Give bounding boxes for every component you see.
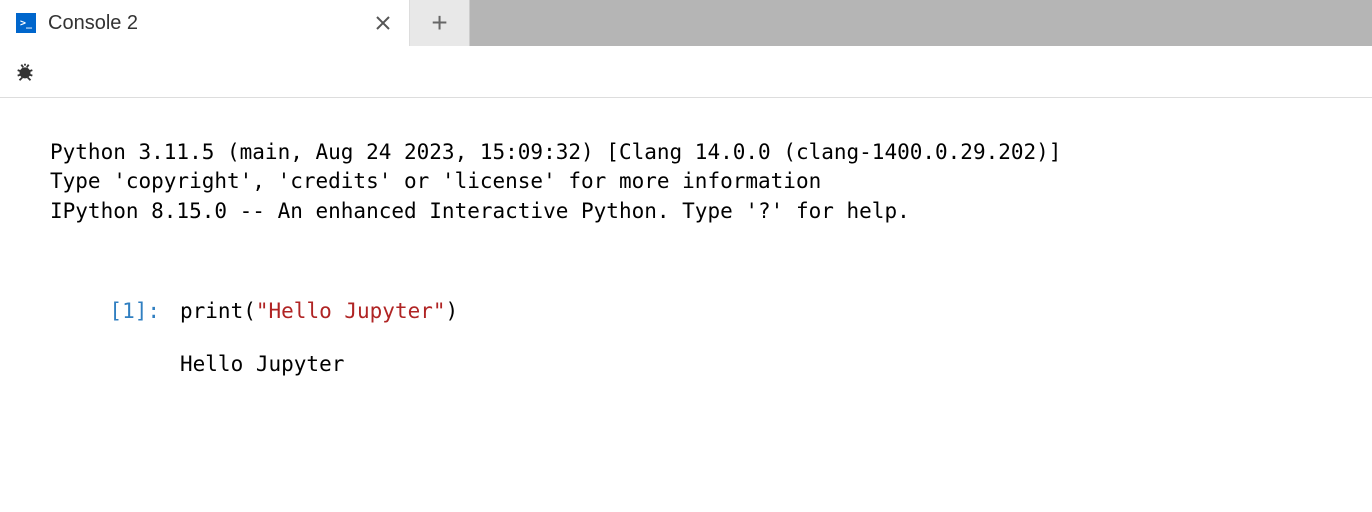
input-prompt: [1]: [50,296,180,328]
debug-icon[interactable] [14,61,36,83]
console-icon: >_ [16,13,36,33]
code-cell[interactable]: [1]: print("Hello Jupyter") [50,296,1322,328]
banner-line: Python 3.11.5 (main, Aug 24 2023, 15:09:… [50,140,1061,164]
code-fn: print [180,299,243,323]
banner-line: Type 'copyright', 'credits' or 'license'… [50,169,821,193]
console-tab[interactable]: >_ Console 2 [0,0,410,46]
code-string: "Hello Jupyter" [256,299,446,323]
console-body: Python 3.11.5 (main, Aug 24 2023, 15:09:… [0,98,1372,416]
toolbar [0,46,1372,98]
output-spacer [50,352,180,376]
code-paren: ( [243,299,256,323]
add-tab-button[interactable]: + [410,0,470,46]
console-banner: Python 3.11.5 (main, Aug 24 2023, 15:09:… [50,138,1322,226]
close-tab-button[interactable] [371,11,395,35]
code-input[interactable]: print("Hello Jupyter") [180,296,1322,328]
cell-output: Hello Jupyter [180,352,344,376]
tab-bar: >_ Console 2 + [0,0,1372,46]
banner-line: IPython 8.15.0 -- An enhanced Interactiv… [50,199,910,223]
tab-title: Console 2 [48,12,359,35]
output-row: Hello Jupyter [50,352,1322,376]
code-paren: ) [446,299,459,323]
